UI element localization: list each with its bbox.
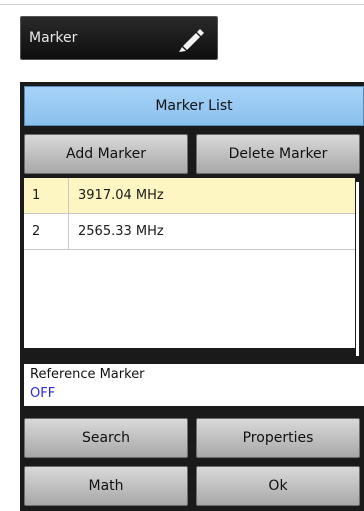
reference-marker-label: Reference Marker — [30, 367, 145, 382]
marker-button-label: Marker — [29, 30, 78, 46]
marker-row-2[interactable]: 2 2565.33 MHz — [24, 214, 355, 250]
marker-panel: Marker List Add Marker Delete Marker 1 3… — [20, 82, 364, 511]
column-divider — [68, 178, 69, 213]
marker-number: 2 — [32, 224, 41, 239]
search-button[interactable]: Search — [24, 418, 188, 458]
marker-frequency: 2565.33 MHz — [78, 224, 164, 239]
delete-marker-button[interactable]: Delete Marker — [196, 134, 360, 174]
marker-button[interactable]: Marker — [20, 16, 218, 60]
marker-list: 1 3917.04 MHz 2 2565.33 MHz — [24, 178, 360, 348]
pencil-icon — [179, 29, 204, 52]
properties-button[interactable]: Properties — [196, 418, 360, 458]
top-divider — [0, 4, 364, 5]
marker-number: 1 — [32, 188, 41, 203]
reference-marker-value: OFF — [30, 386, 56, 401]
reference-marker-field[interactable]: Reference Marker OFF — [24, 364, 364, 406]
ok-button[interactable]: Ok — [196, 466, 360, 506]
marker-frequency: 3917.04 MHz — [78, 188, 164, 203]
math-button[interactable]: Math — [24, 466, 188, 506]
add-marker-button[interactable]: Add Marker — [24, 134, 188, 174]
column-divider — [68, 214, 69, 249]
scrollbar-thumb[interactable] — [356, 182, 359, 356]
panel-title: Marker List — [24, 86, 364, 126]
marker-row-1[interactable]: 1 3917.04 MHz — [24, 178, 355, 214]
